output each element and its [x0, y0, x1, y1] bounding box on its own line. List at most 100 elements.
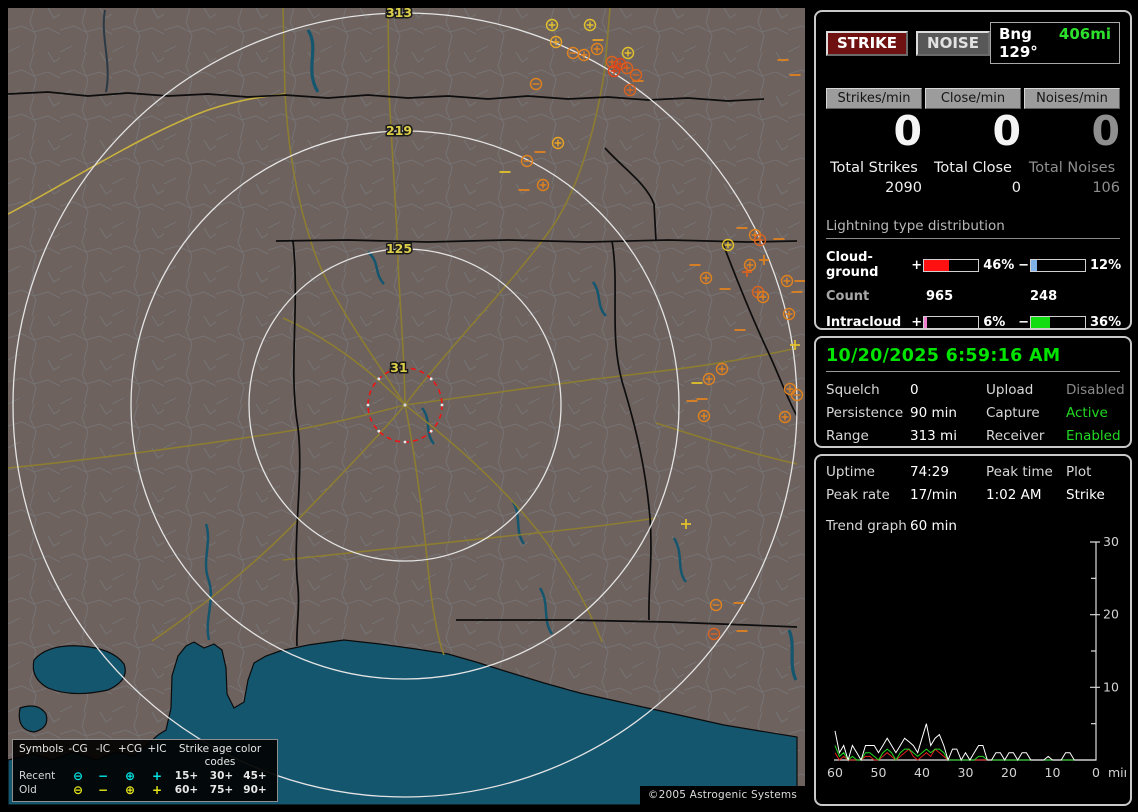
age-code-45: 45+	[243, 770, 267, 782]
svg-text:40: 40	[914, 765, 930, 780]
app-window: { "header": { "strike_label": "STRIKE", …	[0, 0, 1138, 812]
upload-label: Upload	[986, 382, 1034, 398]
cloud-ground-label: Cloud-ground	[826, 250, 879, 281]
stats-panel: STRIKE NOISE Bng 129° 406mi Strikes/min …	[814, 10, 1132, 354]
strikes-per-min-column: Strikes/min 0 Total Strikes 2090	[826, 88, 922, 196]
distribution-title: Lightning type distribution	[826, 218, 1120, 240]
close-per-min-value: 0	[992, 107, 1021, 155]
persistence-label: Persistence	[826, 405, 904, 421]
svg-text:20: 20	[1001, 765, 1017, 780]
cloud-ground-row: Cloud-ground + 46% − 12%	[826, 250, 1122, 281]
legend-header-nic: -IC	[95, 743, 111, 755]
noises-per-min-column: Noises/min 0 Total Noises 106	[1024, 88, 1120, 196]
svg-text:20: 20	[1103, 607, 1119, 622]
upload-status: Disabled	[1066, 382, 1125, 398]
cloud-ground-count-row: Count 965 248	[826, 289, 1120, 304]
plus-sign: +	[911, 315, 923, 331]
count-label: Count	[826, 289, 870, 305]
persistence-value: 90 min	[910, 405, 957, 421]
minus-icon: −	[97, 769, 109, 783]
plot-value: Strike	[1066, 487, 1105, 503]
svg-text:0: 0	[1092, 765, 1100, 780]
divider	[826, 371, 1120, 372]
plus-sign: +	[911, 257, 923, 273]
range-value: 313 mi	[910, 428, 957, 444]
bearing-label: Bng 129°	[998, 25, 1038, 61]
age-code-75: 75+	[209, 784, 234, 796]
svg-text:31: 31	[390, 360, 407, 375]
total-noises-value: 106	[1092, 180, 1120, 197]
total-strikes-value: 2090	[885, 180, 922, 197]
copyright-text: ©2005 Astrogenic Systems	[639, 786, 805, 805]
total-strikes-label: Total Strikes	[830, 160, 918, 177]
circle-minus-icon: ⊖	[72, 783, 84, 797]
cg-plus-percent: 46%	[983, 257, 1015, 273]
noises-per-min-value: 0	[1091, 107, 1120, 155]
status-panel: 10/20/2025 6:59:16 AM Squelch 0 Upload D…	[814, 336, 1132, 448]
ic-minus-percent: 36%	[1090, 315, 1122, 331]
circle-plus-icon: ⊕	[124, 769, 136, 783]
total-close-value: 0	[1011, 180, 1021, 197]
plus-icon: +	[151, 783, 163, 797]
minus-icon: −	[97, 783, 109, 797]
legend-row-old-label: Old	[19, 784, 37, 796]
uptime-label: Uptime	[826, 464, 875, 480]
svg-text:10: 10	[1103, 679, 1119, 694]
session-panel: Uptime 74:29 Peak time Plot Peak rate 17…	[814, 454, 1132, 806]
age-code-60: 60+	[174, 784, 199, 796]
age-code-90: 90+	[243, 784, 267, 796]
datetime-readout: 10/20/2025 6:59:16 AM	[826, 346, 1061, 366]
intracloud-row: Intracloud + 6% − 36%	[826, 315, 1122, 331]
bearing-readout: Bng 129° 406mi	[989, 22, 1120, 64]
ic-plus-bar	[922, 316, 980, 330]
total-close-label: Total Close	[934, 160, 1012, 177]
strikes-per-min-button[interactable]: Strikes/min	[826, 88, 922, 109]
svg-text:313: 313	[386, 8, 412, 20]
close-per-min-button[interactable]: Close/min	[925, 88, 1021, 109]
circle-minus-icon: ⊖	[72, 769, 84, 783]
svg-text:10: 10	[1045, 765, 1061, 780]
plot-label: Plot	[1066, 464, 1092, 480]
noise-button[interactable]: NOISE	[916, 30, 990, 56]
circle-plus-icon: ⊕	[124, 783, 136, 797]
ic-minus-bar	[1029, 316, 1086, 330]
svg-text:60: 60	[827, 765, 843, 780]
cg-plus-count: 965	[926, 289, 954, 305]
peak-rate-label: Peak rate	[826, 487, 890, 503]
trend-graph-chart: 10 20 30 60 50 40 30 20 10 0 min	[827, 534, 1132, 780]
bearing-distance: 406mi	[1058, 25, 1111, 43]
trend-graph-label: Trend graph	[826, 518, 907, 534]
svg-text:219: 219	[386, 123, 412, 138]
strikes-per-min-value: 0	[893, 107, 922, 155]
cg-minus-count: 248	[1030, 289, 1058, 305]
legend-header-pcg: +CG	[117, 743, 143, 755]
noises-per-min-button[interactable]: Noises/min	[1024, 88, 1120, 109]
intracloud-label: Intracloud	[826, 315, 902, 331]
squelch-label: Squelch	[826, 382, 880, 398]
lightning-map[interactable]: 313 219 125 31 Symbols -CG -IC +CG +IC Stri…	[8, 8, 805, 805]
capture-status: Active	[1066, 405, 1108, 421]
legend-header-pic: +IC	[147, 743, 167, 755]
peak-rate-value: 17/min	[910, 487, 958, 503]
legend-row-recent-label: Recent	[19, 770, 56, 782]
minus-sign: −	[1018, 315, 1029, 331]
receiver-status: Enabled	[1066, 428, 1121, 444]
cg-plus-bar	[922, 258, 980, 272]
capture-label: Capture	[986, 405, 1040, 421]
ic-plus-percent: 6%	[983, 315, 1006, 331]
trend-graph-value: 60 min	[910, 518, 957, 534]
total-noises-label: Total Noises	[1028, 160, 1116, 177]
strike-button[interactable]: STRIKE	[826, 30, 909, 56]
peak-time-label: Peak time	[986, 464, 1053, 480]
svg-text:30: 30	[958, 765, 974, 780]
legend-header-symbols: Symbols	[19, 743, 64, 755]
map-canvas: 313 219 125 31	[8, 8, 805, 805]
svg-text:min: min	[1108, 765, 1126, 780]
legend-header-age: Strike age color codes	[178, 743, 262, 768]
uptime-value: 74:29	[910, 464, 949, 480]
svg-text:125: 125	[386, 241, 412, 256]
plus-icon: +	[151, 769, 163, 783]
peak-time-value: 1:02 AM	[986, 487, 1042, 503]
svg-text:50: 50	[871, 765, 887, 780]
cg-minus-percent: 12%	[1090, 257, 1122, 273]
